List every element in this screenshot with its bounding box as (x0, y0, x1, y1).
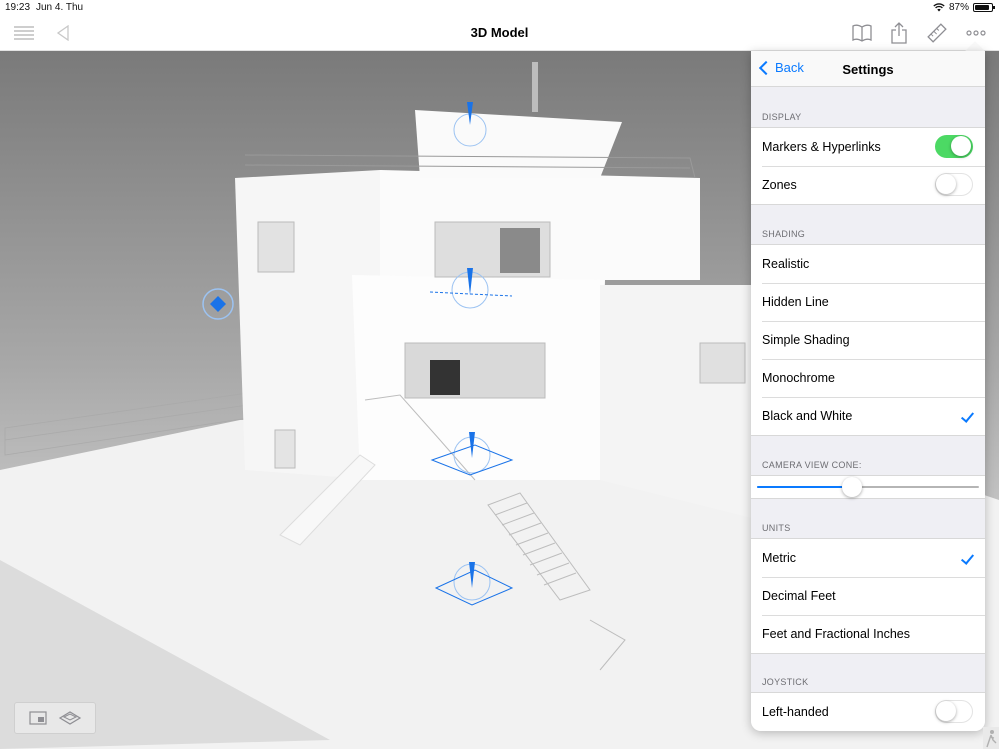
status-right: 87% (933, 2, 995, 13)
row-label: Black and White (762, 409, 853, 423)
row-label: Decimal Feet (762, 589, 836, 603)
book-icon[interactable] (852, 22, 872, 44)
settings-title: Settings (842, 62, 894, 77)
shading-option-simple-shading[interactable]: Simple Shading (751, 321, 985, 359)
section-label-display: DISPLAY (762, 112, 802, 122)
units-option-decimal-feet[interactable]: Decimal Feet (751, 577, 985, 615)
more-icon[interactable] (966, 22, 986, 44)
units-option-feet-fractional-inches[interactable]: Feet and Fractional Inches (751, 615, 985, 653)
wifi-icon (933, 3, 945, 12)
page-title: 3D Model (470, 25, 529, 40)
row-markers-hyperlinks: Markers & Hyperlinks (751, 128, 985, 166)
row-label: Markers & Hyperlinks (762, 140, 881, 154)
left-handed-toggle[interactable] (935, 700, 973, 723)
row-label: Left-handed (762, 705, 829, 719)
status-time: 19:23 (5, 2, 31, 13)
status-bar: 19:23 Jun 4. Thu 87% (0, 0, 999, 14)
toggle-knob (936, 174, 956, 194)
row-label: Metric (762, 551, 797, 565)
shading-option-hidden-line[interactable]: Hidden Line (751, 283, 985, 321)
slider-thumb[interactable] (842, 477, 863, 497)
status-date: Jun 4. Thu (36, 2, 84, 13)
shading-option-black-and-white[interactable]: Black and White (751, 397, 985, 435)
row-label: Simple Shading (762, 333, 850, 347)
row-zones: Zones (751, 166, 985, 204)
row-label: Realistic (762, 257, 810, 271)
view-toolbar (14, 702, 96, 734)
camera-cone-slider[interactable] (757, 477, 979, 497)
minimap-icon[interactable] (28, 711, 47, 725)
row-label: Hidden Line (762, 295, 829, 309)
settings-popover: Back Settings DISPLAY Markers & Hyperlin… (751, 51, 985, 731)
row-left-handed: Left-handed (751, 693, 985, 731)
checkmark-icon (960, 551, 975, 565)
shading-group: Realistic Hidden Line Simple Shading Mon… (751, 244, 985, 436)
row-label: Monochrome (762, 371, 835, 385)
row-label: Zones (762, 178, 797, 192)
checkmark-icon (960, 409, 975, 423)
share-icon[interactable] (891, 22, 907, 44)
toggle-knob (951, 136, 971, 156)
navigation-bar: 3D Model (0, 14, 999, 51)
zones-toggle[interactable] (935, 173, 973, 196)
camera-cone-group (751, 475, 985, 499)
toggle-knob (936, 701, 956, 721)
popover-header: Back Settings (751, 51, 985, 87)
section-label-shading: SHADING (762, 229, 806, 239)
shading-option-monochrome[interactable]: Monochrome (751, 359, 985, 397)
section-label-units: UNITS (762, 523, 791, 533)
markers-toggle[interactable] (935, 135, 973, 158)
floor-plan-icon[interactable] (58, 710, 82, 726)
walk-mode-icon[interactable] (983, 727, 999, 749)
battery-percent: 87% (948, 2, 969, 13)
ruler-icon[interactable] (927, 22, 947, 44)
row-label: Feet and Fractional Inches (762, 627, 910, 641)
battery-icon (973, 3, 995, 12)
joystick-group: Left-handed (751, 692, 985, 731)
display-group: Markers & Hyperlinks Zones (751, 127, 985, 205)
units-option-metric[interactable]: Metric (751, 539, 985, 577)
units-group: Metric Decimal Feet Feet and Fractional … (751, 538, 985, 654)
slider-fill (757, 486, 853, 488)
section-label-joystick: JOYSTICK (762, 677, 809, 687)
shading-option-realistic[interactable]: Realistic (751, 245, 985, 283)
section-label-camera-view-cone: CAMERA VIEW CONE: (762, 460, 862, 470)
